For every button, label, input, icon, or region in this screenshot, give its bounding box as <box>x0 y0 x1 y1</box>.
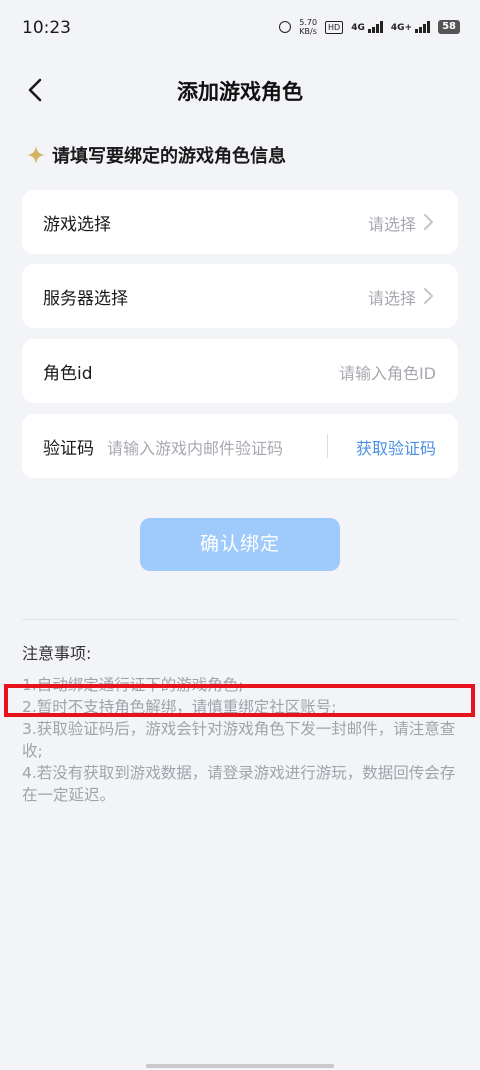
signal-2-label: 4G+ <box>390 23 413 33</box>
confirm-bind-button[interactable]: 确认绑定 <box>140 518 340 571</box>
verification-code-label: 验证码 <box>43 439 94 459</box>
section-title-text: 请填写要绑定的游戏角色信息 <box>52 146 286 167</box>
section-divider <box>22 619 458 620</box>
sparkle-icon <box>27 146 45 164</box>
game-select-row[interactable]: 游戏选择 请选择 <box>22 190 458 254</box>
get-code-button[interactable]: 获取验证码 <box>356 435 436 459</box>
hd-icon: HD <box>325 20 344 34</box>
alarm-icon <box>279 21 292 33</box>
chevron-right-icon <box>424 288 433 304</box>
network-speed: 5.70 KB/s <box>299 18 317 36</box>
verification-code-input[interactable]: 请输入游戏内邮件验证码 <box>107 435 317 459</box>
role-id-row: 角色id 请输入角色ID <box>22 339 458 403</box>
vertical-divider <box>327 434 328 458</box>
verification-code-row: 验证码 请输入游戏内邮件验证码 获取验证码 <box>22 414 458 478</box>
server-select-label: 服务器选择 <box>43 289 128 309</box>
game-select-value: 请选择 <box>367 215 416 234</box>
chevron-right-icon <box>424 214 433 230</box>
signal-icon-1: 4G <box>351 21 383 33</box>
section-title: 请填写要绑定的游戏角色信息 <box>26 142 286 168</box>
signal-icon-2: 4G+ <box>390 21 431 33</box>
server-select-value: 请选择 <box>367 289 416 308</box>
note-item: 3.获取验证码后，游戏会针对游戏角色下发一封邮件，请注意查收; <box>22 720 456 760</box>
role-id-label: 角色id <box>43 364 93 384</box>
signal-1-label: 4G <box>351 23 365 33</box>
game-select-label: 游戏选择 <box>43 215 111 235</box>
network-speed-unit: KB/s <box>299 27 317 36</box>
server-select-row[interactable]: 服务器选择 请选择 <box>22 264 458 328</box>
signal-bars-icon <box>367 21 383 33</box>
page-title: 添加游戏角色 <box>177 80 303 104</box>
highlight-box <box>4 684 475 717</box>
battery-icon: 58 <box>438 20 460 34</box>
network-speed-value: 5.70 <box>299 18 318 27</box>
status-time: 10:23 <box>22 18 71 38</box>
status-icons: 5.70 KB/s HD 4G 4G+ 58 <box>279 18 460 36</box>
status-bar: 10:23 5.70 KB/s HD 4G 4G+ 58 <box>0 0 480 58</box>
note-item: 4.若没有获取到游戏数据，请登录游戏进行游玩，数据回传会存在一定延迟。 <box>22 764 456 804</box>
header: 添加游戏角色 <box>0 62 480 118</box>
role-id-input[interactable]: 请输入角色ID <box>339 360 436 384</box>
home-indicator[interactable] <box>146 1064 334 1068</box>
notes-title: 注意事项: <box>22 644 92 663</box>
signal-bars-icon <box>415 21 431 33</box>
